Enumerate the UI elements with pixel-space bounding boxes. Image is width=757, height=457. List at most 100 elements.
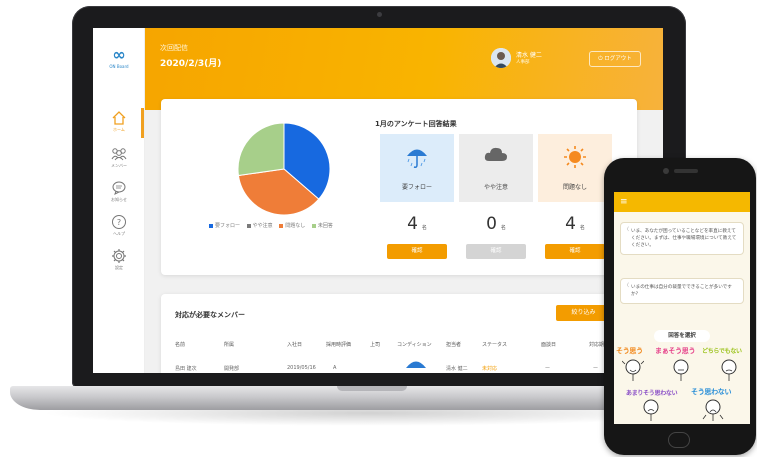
- phone-speaker: [674, 169, 698, 173]
- legend-item: 未回答: [311, 222, 333, 229]
- question-text: いま、あなたが困っていることなどを率直に教えてください。まずは、仕事や職場環境に…: [631, 229, 737, 248]
- logo-mark-icon: ∞: [112, 45, 126, 64]
- choice-somewhat-agree[interactable]: まぁそう思う: [655, 346, 696, 356]
- members-icon: [111, 148, 127, 161]
- sidebar-item-notices[interactable]: お知らせ: [93, 180, 145, 203]
- stat-label: 要フォロー: [401, 184, 432, 191]
- column-header[interactable]: 所属: [224, 341, 234, 348]
- sidebar-item-help[interactable]: ? ヘルプ: [93, 214, 145, 237]
- umbrella-rain-icon: [407, 149, 427, 168]
- stat-header: 問題なし: [538, 134, 612, 202]
- sidebar-item-label: お知らせ: [111, 197, 127, 202]
- stat-header: 要フォロー: [380, 134, 454, 202]
- stat-unit: 名: [579, 225, 585, 231]
- phone-screen: ≡ 〈 いま、あなたが困っていることなどを率直に教えてください。まずは、仕事や職…: [614, 192, 750, 424]
- cloud-icon: [484, 147, 507, 161]
- legend-item: 問題なし: [279, 222, 305, 229]
- filter-button[interactable]: 絞り込み: [556, 305, 611, 321]
- sidebar-item-label: 設定: [115, 265, 123, 270]
- table-cell: 2019/05/16: [287, 365, 316, 371]
- smartphone: ≡ 〈 いま、あなたが困っていることなどを率直に教えてください。まずは、仕事や職…: [604, 158, 756, 455]
- help-icon: ?: [112, 215, 126, 229]
- column-header[interactable]: 担当者: [446, 341, 461, 348]
- user-department: 人事部: [516, 60, 530, 65]
- column-header[interactable]: 採用時評価: [326, 341, 351, 348]
- column-header[interactable]: 対応期: [589, 341, 604, 348]
- pie-chart: [237, 122, 331, 216]
- chart-legend: 要フォロー やや注意 問題なし 未回答: [209, 222, 338, 229]
- legend-swatch: [209, 223, 213, 228]
- question-bubble: 〈 いまの仕事は自分の裁量でできることが多いですか?: [620, 278, 744, 304]
- stat-label: やや注意: [483, 184, 508, 191]
- phone-camera: [663, 168, 669, 174]
- legend-swatch: [279, 223, 284, 228]
- sidebar-item-settings[interactable]: 設定: [93, 248, 145, 271]
- stat-unit: 名: [421, 225, 427, 231]
- legend-label: 問題なし: [285, 223, 306, 229]
- table-cell[interactable]: 島田 建次: [175, 365, 197, 372]
- column-header[interactable]: 面談日: [541, 341, 556, 348]
- logout-label: ログアウト: [604, 56, 632, 62]
- character-icon: [643, 399, 659, 421]
- legend-label: 未回答: [317, 223, 333, 229]
- webcam: [377, 12, 382, 17]
- legend-label: 要フォロー: [215, 223, 241, 229]
- laptop-screen: ∞ ON Board ホーム メンバー お知らせ ? ヘルプ 設定 次回配信 2…: [93, 28, 663, 373]
- sun-icon: [564, 146, 586, 168]
- choice-neutral[interactable]: どちらでもない: [702, 346, 742, 355]
- umbrella-rain-icon: [406, 361, 426, 368]
- sidebar-item-home[interactable]: ホーム: [93, 110, 145, 133]
- column-header[interactable]: 上司: [370, 341, 380, 348]
- choice-agree[interactable]: そう思う: [616, 346, 643, 356]
- choice-disagree[interactable]: そう思わない: [691, 387, 732, 397]
- choice-somewhat-disagree[interactable]: あまりそう思わない: [626, 388, 678, 397]
- avatar[interactable]: [491, 48, 511, 68]
- logout-button[interactable]: ⏻ ログアウト: [589, 51, 641, 67]
- column-header[interactable]: 入社日: [287, 341, 302, 348]
- user-photo: [491, 48, 511, 68]
- column-header[interactable]: ステータス: [482, 341, 507, 348]
- question-text: いまの仕事は自分の裁量でできることが多いですか?: [631, 285, 732, 297]
- members-title: 対応が必要なメンバー: [175, 311, 245, 319]
- next-delivery-date: 2020/2/3(月): [160, 59, 222, 69]
- stat-value: 4名: [538, 214, 612, 234]
- character-icon: [721, 359, 737, 381]
- choose-answer-label: 回答を選択: [654, 330, 710, 342]
- stat-header: やや注意: [459, 134, 533, 202]
- legend-item: やや注意: [246, 222, 273, 229]
- survey-title: 1月のアンケート回答結果: [375, 120, 457, 128]
- stat-number: 4: [565, 214, 576, 234]
- status-badge: 未対応: [482, 366, 498, 372]
- speech-icon: 〈: [624, 283, 630, 289]
- user-name: 清水 健二: [516, 52, 542, 59]
- menu-icon[interactable]: ≡: [620, 197, 628, 207]
- chat-icon: [112, 181, 126, 195]
- table-cell: A: [333, 365, 337, 371]
- sidebar-item-members[interactable]: メンバー: [93, 146, 145, 169]
- confirm-button[interactable]: 確認: [466, 244, 526, 259]
- phone-header: ≡: [614, 192, 750, 212]
- sidebar-item-label: ホーム: [113, 127, 125, 132]
- svg-text:?: ?: [117, 218, 121, 227]
- stat-needs-follow: 要フォロー 4名 確認: [380, 134, 454, 266]
- character-icon: [622, 359, 644, 381]
- header-banner: 次回配信 2020/2/3(月) 清水 健二 人事部 ⏻ ログアウト: [145, 28, 663, 110]
- phone-home-button[interactable]: [668, 432, 690, 448]
- question-bubble: 〈 いま、あなたが困っていることなどを率直に教えてください。まずは、仕事や職場環…: [620, 222, 744, 255]
- column-header[interactable]: 名前: [175, 341, 185, 348]
- stat-caution: やや注意 0名 確認: [459, 134, 533, 266]
- stat-value: 0名: [459, 214, 533, 234]
- survey-results-card: 要フォロー やや注意 問題なし 未回答 1月のアンケート回答結果 要フォロー 4…: [161, 99, 637, 275]
- speech-icon: 〈: [624, 227, 630, 233]
- confirm-button[interactable]: 確認: [545, 244, 605, 259]
- column-header[interactable]: コンディション: [397, 341, 432, 348]
- legend-label: やや注意: [252, 223, 273, 229]
- legend-item: 要フォロー: [209, 222, 240, 229]
- stat-value: 4名: [380, 214, 454, 234]
- confirm-button[interactable]: 確認: [387, 244, 447, 259]
- table-cell: 開発部: [224, 366, 240, 372]
- legend-swatch: [311, 223, 316, 228]
- logo-text: ON Board: [109, 64, 129, 69]
- app-logo[interactable]: ∞ ON Board: [103, 45, 135, 70]
- members-card: 対応が必要なメンバー 絞り込み 名前 所属 入社日 採用時評価 上司 コンディシ…: [161, 294, 637, 373]
